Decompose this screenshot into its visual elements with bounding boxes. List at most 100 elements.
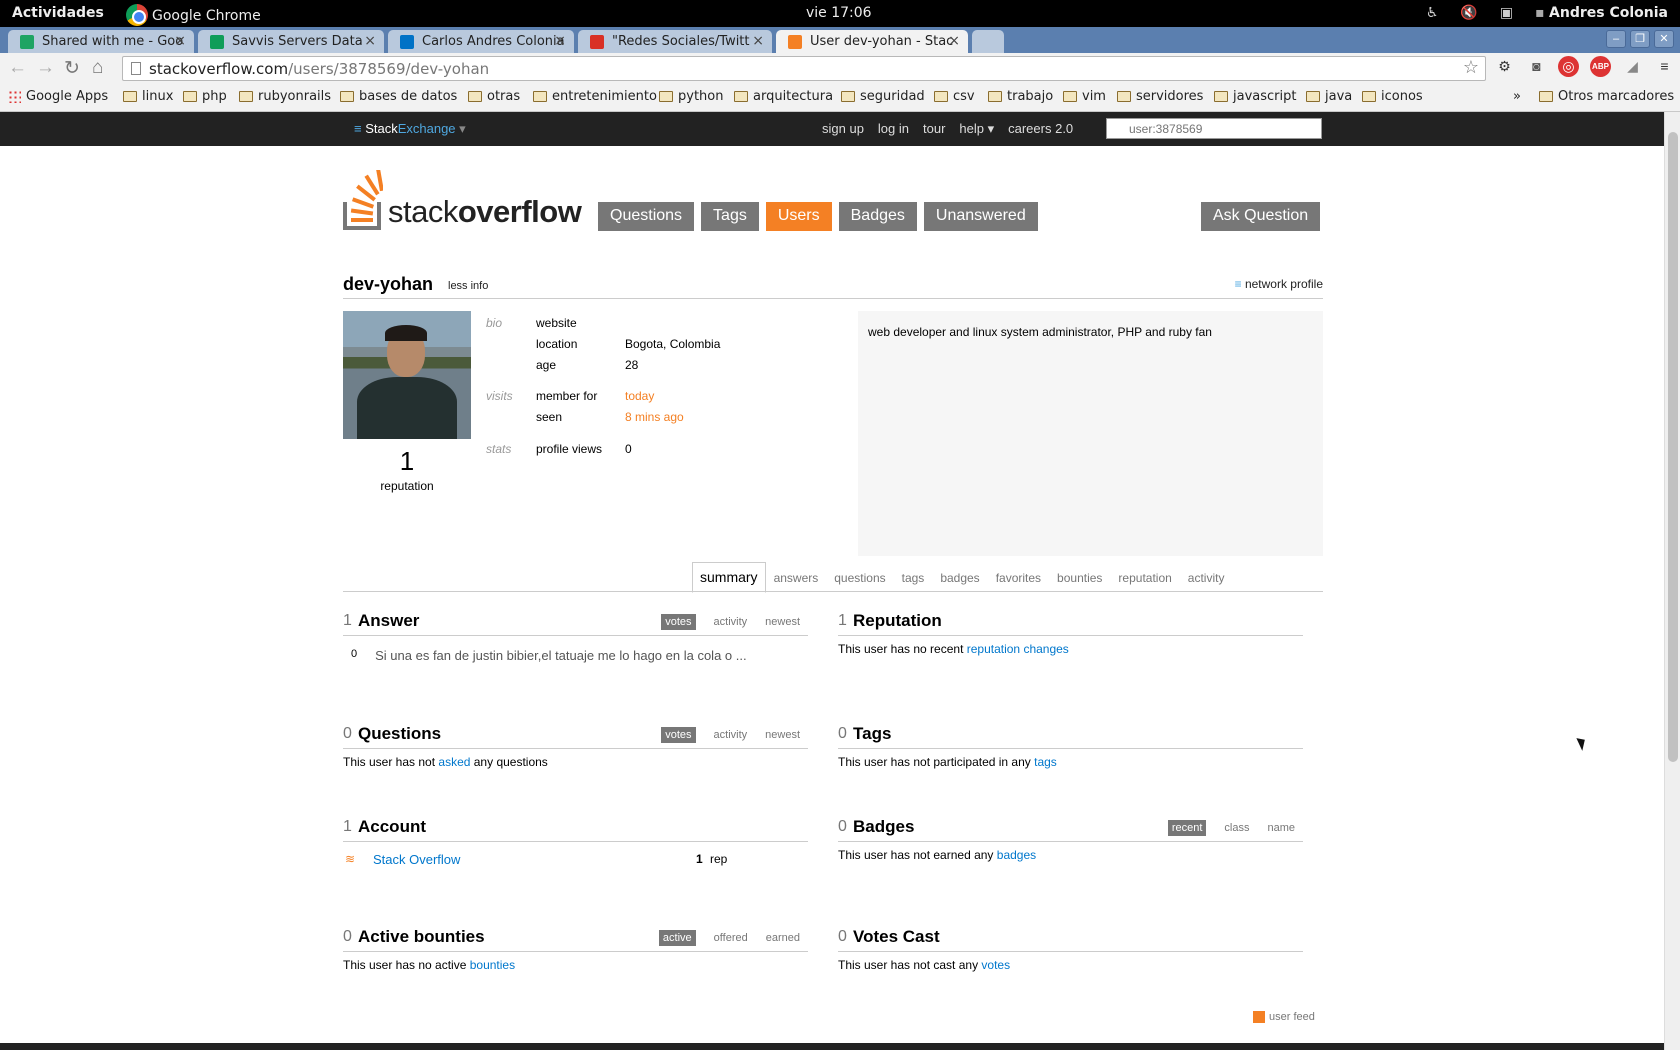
site-search-input[interactable] <box>1106 118 1322 139</box>
bookmark-folder[interactable]: servidores <box>1117 89 1203 104</box>
nav-questions[interactable]: Questions <box>598 202 695 231</box>
close-window-icon[interactable]: ✕ <box>1654 30 1674 48</box>
answer-link[interactable]: Si una es fan de justin bibier,el tatuaj… <box>375 648 746 663</box>
tab-reputation[interactable]: reputation <box>1110 562 1179 592</box>
bookmark-folder[interactable]: php <box>183 89 227 104</box>
back-icon[interactable]: ← <box>8 57 27 79</box>
bookmark-folder[interactable]: trabajo <box>988 89 1053 104</box>
tab-summary[interactable]: summary <box>692 562 766 593</box>
bookmark-folder[interactable]: iconos <box>1362 89 1423 104</box>
maximize-icon[interactable]: ❐ <box>1630 30 1650 48</box>
clock[interactable]: vie 17:06 <box>806 5 872 21</box>
bookmark-folder[interactable]: arquitectura <box>734 89 833 104</box>
tour-link[interactable]: tour <box>923 121 945 137</box>
sort-activity[interactable]: activity <box>714 729 748 743</box>
tab-badges[interactable]: badges <box>932 562 987 592</box>
reload-icon[interactable]: ↻ <box>64 57 80 80</box>
forward-icon[interactable]: → <box>36 57 55 79</box>
nav-badges[interactable]: Badges <box>838 202 917 231</box>
tab-favorites[interactable]: favorites <box>988 562 1049 592</box>
careers-link[interactable]: careers 2.0 <box>1008 121 1073 137</box>
browser-tab[interactable]: Carlos Andres Colonia × <box>388 30 574 54</box>
sort-activity[interactable]: activity <box>714 616 748 630</box>
bookmark-folder[interactable]: entretenimiento <box>533 89 657 104</box>
accounts-title[interactable]: Account <box>358 817 426 837</box>
tab-bounties[interactable]: bounties <box>1049 562 1110 592</box>
browser-tab[interactable]: "Redes Sociales/Twitt × <box>578 30 772 54</box>
tags-title[interactable]: Tags <box>853 724 891 744</box>
browser-tab[interactable]: Shared with me - Goo × <box>8 30 194 54</box>
badges-link[interactable]: badges <box>997 848 1036 862</box>
bookmark-folder[interactable]: linux <box>123 89 173 104</box>
tab-tags[interactable]: tags <box>894 562 933 592</box>
ask-question-button[interactable]: Ask Question <box>1201 202 1321 231</box>
account-site-link[interactable]: Stack Overflow <box>373 852 460 867</box>
accessibility-icon[interactable]: ♿ <box>1426 5 1439 21</box>
bookmark-folder[interactable]: rubyonrails <box>239 89 331 104</box>
close-icon[interactable]: × <box>554 33 566 49</box>
stackoverflow-logo[interactable]: stackoverflow <box>343 170 583 230</box>
minimize-icon[interactable]: – <box>1606 30 1626 48</box>
close-icon[interactable]: × <box>364 33 376 49</box>
questions-title[interactable]: Questions <box>358 724 441 744</box>
tab-activity[interactable]: activity <box>1180 562 1233 592</box>
nav-tags[interactable]: Tags <box>701 202 759 231</box>
votes-link[interactable]: votes <box>981 958 1010 972</box>
bookmark-folder[interactable]: otras <box>468 89 520 104</box>
less-info-link[interactable]: less info <box>448 280 488 292</box>
sort-recent[interactable]: recent <box>1167 820 1207 836</box>
new-tab-button[interactable] <box>972 30 1004 54</box>
bookmark-folder[interactable]: vim <box>1063 89 1106 104</box>
network-icon[interactable]: ▣ <box>1500 5 1513 21</box>
tab-questions[interactable]: questions <box>826 562 893 592</box>
filter-active[interactable]: active <box>658 930 696 946</box>
chrome-menu-icon[interactable]: ≡ <box>1654 56 1675 77</box>
help-menu[interactable]: help ▾ <box>959 121 994 137</box>
sort-name[interactable]: name <box>1267 822 1295 836</box>
nav-users[interactable]: Users <box>765 202 832 231</box>
bookmark-other[interactable]: Otros marcadores <box>1539 89 1674 104</box>
bookmark-folder[interactable]: csv <box>934 89 975 104</box>
bookmark-google-apps[interactable]: Google Apps <box>8 89 108 104</box>
sort-votes[interactable]: votes <box>661 727 696 743</box>
sort-class[interactable]: class <box>1224 822 1249 836</box>
asked-link[interactable]: asked <box>438 755 470 769</box>
stackexchange-menu[interactable]: ≡ StackExchange ▾ <box>354 121 466 137</box>
bounties-link[interactable]: bounties <box>470 958 515 972</box>
bookmarks-overflow[interactable]: » <box>1513 89 1521 104</box>
sort-votes[interactable]: votes <box>661 614 696 630</box>
bookmark-folder[interactable]: seguridad <box>841 89 925 104</box>
tags-link[interactable]: tags <box>1034 755 1057 769</box>
settings-extension-icon[interactable]: ⚙ <box>1494 56 1515 77</box>
pocket-icon[interactable]: ◙ <box>1526 56 1547 77</box>
close-icon[interactable]: × <box>752 33 764 49</box>
sort-newest[interactable]: newest <box>765 616 800 630</box>
log-in-link[interactable]: log in <box>878 121 909 137</box>
user-feed-link[interactable]: user feed <box>1253 1011 1315 1023</box>
sort-newest[interactable]: newest <box>765 729 800 743</box>
bookmark-folder[interactable]: java <box>1306 89 1352 104</box>
browser-tab-active[interactable]: User dev-yohan - Stac × <box>776 30 968 54</box>
app-menu[interactable]: Google Chrome <box>126 4 261 27</box>
filter-earned[interactable]: earned <box>766 932 800 946</box>
address-bar[interactable]: stackoverflow.com/users/3878569/dev-yoha… <box>122 56 1486 81</box>
scrollbar-thumb[interactable] <box>1668 132 1678 762</box>
votes-title[interactable]: Votes Cast <box>853 927 940 947</box>
bookmark-star-icon[interactable]: ☆ <box>1463 57 1479 78</box>
home-icon[interactable]: ⌂ <box>92 57 103 79</box>
user-menu[interactable]: ▪ Andres Colonia <box>1535 5 1668 21</box>
network-profile-link[interactable]: ≡ network profile <box>1235 277 1323 291</box>
rss-icon[interactable]: ◢ <box>1622 56 1643 77</box>
activities-button[interactable]: Actividades <box>12 5 104 21</box>
filter-offered[interactable]: offered <box>714 932 748 946</box>
nav-unanswered[interactable]: Unanswered <box>923 202 1038 231</box>
volume-muted-icon[interactable]: 🔇 <box>1460 5 1477 21</box>
reputation-title[interactable]: Reputation <box>853 611 942 631</box>
reputation-changes-link[interactable]: reputation changes <box>967 642 1069 656</box>
notification-extension-icon[interactable]: ◎ <box>1558 56 1579 77</box>
badges-title[interactable]: Badges <box>853 817 914 837</box>
close-icon[interactable]: × <box>948 33 960 49</box>
tab-answers[interactable]: answers <box>766 562 827 592</box>
close-icon[interactable]: × <box>174 33 186 49</box>
bookmark-folder[interactable]: javascript <box>1214 89 1296 104</box>
